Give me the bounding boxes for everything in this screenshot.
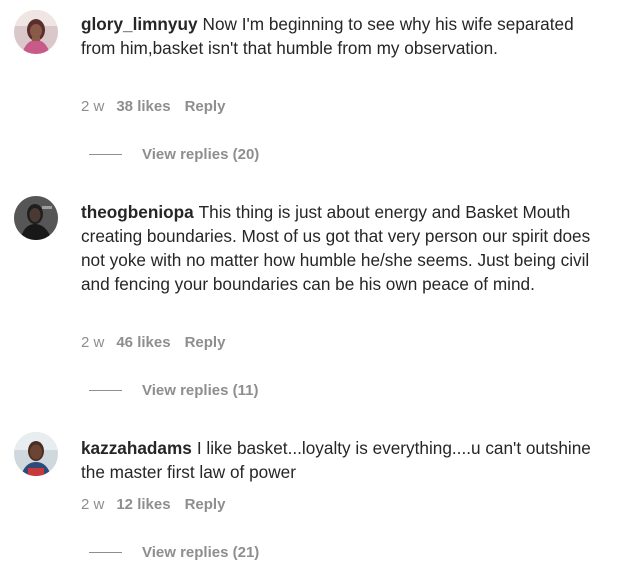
reply-button[interactable]: Reply	[185, 98, 226, 115]
comment-username[interactable]: kazzahadams	[81, 438, 192, 458]
avatar[interactable]	[14, 10, 58, 54]
comment-likes[interactable]: 38 likes	[116, 98, 170, 115]
view-replies-button[interactable]: View replies (21)	[89, 543, 259, 563]
avatar[interactable]	[14, 432, 58, 476]
comment-text-block: glory_limnyuy Now I'm beginning to see wh…	[81, 12, 601, 60]
comment-text-block: theogbeniopa This thing is just about ene…	[81, 200, 601, 296]
user-avatar-photo-icon	[14, 10, 58, 54]
user-avatar-photo-icon	[14, 196, 58, 240]
comment-meta: 2 w 12 likes Reply	[81, 495, 239, 515]
user-avatar-photo-icon	[14, 432, 58, 476]
comment-likes[interactable]: 46 likes	[116, 334, 170, 351]
comment-meta: 2 w 46 likes Reply	[81, 333, 239, 353]
comment-username[interactable]: theogbeniopa	[81, 202, 194, 222]
view-replies-button[interactable]: View replies (20)	[89, 145, 259, 165]
divider-line	[89, 389, 122, 391]
comment-text-block: kazzahadams I like basket...loyalty is ev…	[81, 436, 601, 484]
reply-button[interactable]: Reply	[185, 496, 226, 513]
divider-line	[89, 551, 122, 553]
comment-username[interactable]: glory_limnyuy	[81, 14, 198, 34]
avatar[interactable]	[14, 196, 58, 240]
comment-age: 2 w	[81, 98, 105, 115]
comment-age: 2 w	[81, 496, 105, 513]
view-replies-label: View replies (21)	[142, 544, 260, 561]
comment-age: 2 w	[81, 334, 105, 351]
comment-likes[interactable]: 12 likes	[116, 496, 170, 513]
comment-meta: 2 w 38 likes Reply	[81, 97, 239, 117]
view-replies-button[interactable]: View replies (11)	[89, 381, 258, 401]
view-replies-label: View replies (20)	[142, 146, 260, 163]
divider-line	[89, 153, 122, 155]
view-replies-label: View replies (11)	[142, 382, 259, 399]
reply-button[interactable]: Reply	[185, 334, 226, 351]
